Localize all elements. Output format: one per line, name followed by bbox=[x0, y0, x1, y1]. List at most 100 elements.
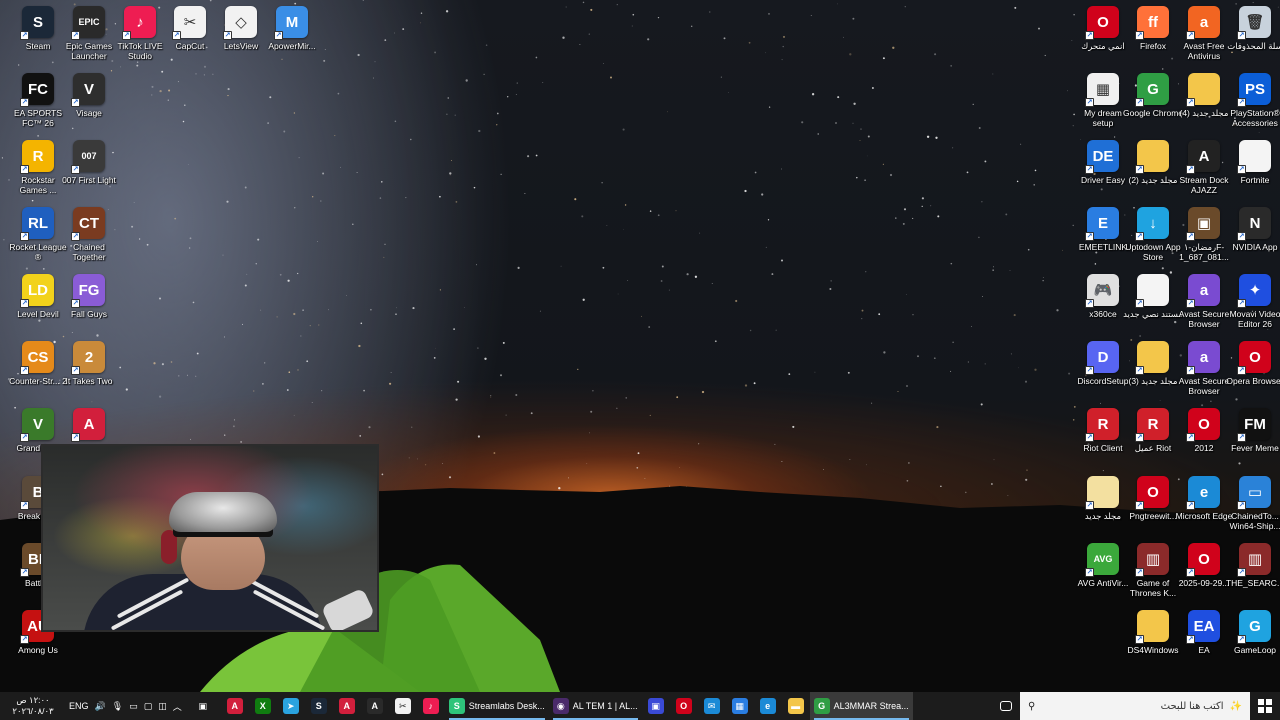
search-box[interactable]: ⚲ اكتب هنا للبحث ✨ bbox=[1020, 692, 1250, 720]
desktop-icon-chained-win64[interactable]: ▭ ↗ ChainedTo... Win64-Ship... bbox=[1229, 476, 1280, 542]
chrome-icon: G ↗ bbox=[1135, 73, 1169, 107]
desktop-icon-steam[interactable]: S ↗ Steam bbox=[12, 6, 64, 72]
desktop-icon-opera[interactable]: O ↗ Opera Browser bbox=[1226, 341, 1280, 407]
taskbar-app-app-blue[interactable]: ▣ bbox=[642, 692, 670, 720]
taskbar-app-stream-dock-task-2[interactable]: A bbox=[221, 692, 249, 720]
desktop-icon-avast-browser-2[interactable]: a ↗ Avast Secure Browser bbox=[1178, 341, 1230, 407]
desktop-icon-007[interactable]: 007 ↗ 007 First Light bbox=[62, 140, 116, 206]
tray-app-icon-2[interactable]: ◫ bbox=[155, 692, 170, 720]
webcam-overlay[interactable] bbox=[41, 444, 379, 632]
desktop-icon-firefox[interactable]: ff ↗ Firefox bbox=[1127, 6, 1179, 72]
desktop-icon-avg[interactable]: AVG ↗ AVG AntiVir... bbox=[1077, 543, 1129, 609]
desktop-icon-nvidia[interactable]: N ↗ NVIDIA App bbox=[1229, 207, 1280, 273]
desktop-icon-fall-guys[interactable]: FG ↗ Fall Guys bbox=[63, 274, 115, 340]
taskbar-app-chrome-task[interactable]: G AL3MMAR Strea... bbox=[809, 692, 913, 720]
desktop-icon-edge[interactable]: e ↗ Microsoft Edge bbox=[1176, 476, 1232, 542]
desktop-icon-recycle-bin[interactable]: 🗑 ↗ سلة المحذوفات bbox=[1227, 6, 1280, 72]
desktop-icon-fortnite[interactable]: ↗ Fortnite bbox=[1229, 140, 1280, 206]
desktop-icon-counter-strike[interactable]: CS ↗ Counter-Str... 2 bbox=[9, 341, 67, 407]
desktop-icon-2025[interactable]: O ↗ 2025-09-29... bbox=[1178, 543, 1230, 609]
taskbar-app-ajazz-task[interactable]: A bbox=[361, 692, 389, 720]
taskbar-app-opera-task[interactable]: O bbox=[670, 692, 698, 720]
desktop-icon-2012[interactable]: O ↗ 2012 bbox=[1178, 408, 1230, 474]
shortcut-arrow-icon: ↗ bbox=[274, 31, 283, 40]
desktop-icon-ea[interactable]: EA ↗ EA bbox=[1178, 610, 1230, 676]
volume-icon[interactable]: 🔊 bbox=[92, 692, 109, 720]
taskbar-app-obs-task[interactable]: ◉ AL TEM 1 | AL... bbox=[549, 692, 642, 720]
taskbar-app-explorer[interactable]: ▬ bbox=[782, 692, 810, 720]
taskbar-app-capcut-task[interactable]: ✂ bbox=[389, 692, 417, 720]
desktop-icon-avast-antivirus[interactable]: a ↗ Avast Free Antivirus bbox=[1178, 6, 1230, 72]
desktop-icon-capcut[interactable]: ✂ ↗ CapCut bbox=[164, 6, 216, 72]
desktop-icon-emeetlink[interactable]: E ↗ EMEETLINK bbox=[1077, 207, 1129, 273]
desktop-icon-discord[interactable]: D ↗ DiscordSetup bbox=[1077, 341, 1129, 407]
desktop-icon-avast-browser-1[interactable]: a ↗ Avast Secure Browser bbox=[1178, 274, 1230, 340]
desktop-icon-it-takes-two[interactable]: 2 ↗ It Takes Two bbox=[63, 341, 115, 407]
desktop-icon-folder-3[interactable]: ↗ (3) مجلد جديد bbox=[1127, 341, 1179, 407]
desktop-icon-folder-4[interactable]: ↗ (4) مجلد جديد bbox=[1178, 73, 1230, 139]
desktop-icon-the-search[interactable]: ▥ ↗ THE_SEARC... bbox=[1226, 543, 1280, 609]
desktop-icon-riot-client[interactable]: R ↗ Riot Client bbox=[1077, 408, 1129, 474]
task-view-icon[interactable] bbox=[992, 692, 1020, 720]
taskbar-app-steam-task[interactable]: S bbox=[305, 692, 333, 720]
shortcut-arrow-icon: ↗ bbox=[1186, 98, 1195, 107]
movavi-icon: ✦ ↗ bbox=[1237, 274, 1271, 308]
desktop-icon-level-devil[interactable]: LD ↗ Level Devil bbox=[12, 274, 64, 340]
taskbar-app-edge-task[interactable]: e bbox=[754, 692, 782, 720]
taskbar-app-telegram[interactable]: ➤ bbox=[277, 692, 305, 720]
desktop-icon-epic[interactable]: EPIC ↗ Epic Games Launcher bbox=[63, 6, 115, 72]
desktop-icon-visage[interactable]: V ↗ Visage bbox=[63, 73, 115, 139]
shortcut-arrow-icon: ↗ bbox=[1085, 31, 1094, 40]
desktop-icon-uptodown[interactable]: ↓ ↗ Uptodown App Store bbox=[1125, 207, 1181, 273]
desktop-icon-riot-client-ar[interactable]: R ↗ عميل Riot bbox=[1127, 408, 1179, 474]
desktop-icon-ps-accessories[interactable]: PS ↗ PlayStation® Accessories bbox=[1229, 73, 1280, 139]
taskbar-app-stream-dock-task[interactable]: A bbox=[333, 692, 361, 720]
microphone-icon[interactable]: 🎙 bbox=[109, 692, 126, 720]
desktop-icon-gameloop[interactable]: G ↗ GameLoop bbox=[1229, 610, 1280, 676]
desktop-icon-stream-dock[interactable]: A ↗ Stream Dock AJAZZ bbox=[1178, 140, 1230, 206]
desktop-icon-my-dream[interactable]: ▦ ↗ My dream setup bbox=[1077, 73, 1129, 139]
desktop-icon-fever-meme[interactable]: FM ↗ Fever Meme bbox=[1229, 408, 1280, 474]
desktop-icon-ramadan[interactable]: ▣ ↗ رمضان-١F-1_687_081... bbox=[1178, 207, 1230, 273]
desktop-icon-apowermirror[interactable]: M ↗ ApowerMir... bbox=[266, 6, 318, 72]
tray-language[interactable]: ENG bbox=[66, 692, 92, 720]
desktop-icon-folder-new[interactable]: ↗ مجلد جديد bbox=[1077, 476, 1129, 542]
taskbar-app-store[interactable]: ▦ bbox=[726, 692, 754, 720]
windows-start-icon[interactable] bbox=[1250, 692, 1280, 720]
desktop-icon-rocket-league[interactable]: RL ↗ Rocket League ® bbox=[9, 207, 67, 273]
keyboard-icon[interactable]: ▣ bbox=[185, 692, 221, 720]
desktop-icon-chained[interactable]: CT ↗ Chained Together bbox=[63, 207, 115, 273]
desktop-icon-rockstar[interactable]: R ↗ Rockstar Games ... bbox=[12, 140, 64, 206]
shortcut-arrow-icon: ↗ bbox=[71, 232, 80, 241]
taskbar-app-mail[interactable]: ✉ bbox=[698, 692, 726, 720]
desktop-icon-letsview[interactable]: ◇ ↗ LetsView bbox=[215, 6, 267, 72]
show-hidden-icons-chevron-icon[interactable]: ︿ bbox=[170, 692, 185, 720]
desktop-icon-driver-easy[interactable]: DE ↗ Driver Easy bbox=[1077, 140, 1129, 206]
desktop-icon-label: GameLoop bbox=[1233, 645, 1277, 655]
tray-clock[interactable]: ١٢:٠٠ ص ٢٠٢٦/٠٨/٠٣ bbox=[0, 692, 66, 720]
desktop-icon-chrome[interactable]: G ↗ Google Chrome bbox=[1123, 73, 1183, 139]
taskbar-app-streamlabs[interactable]: S Streamlabs Desk... bbox=[445, 692, 549, 720]
desktop-icon-x360ce[interactable]: 🎮 ↗ x360ce bbox=[1077, 274, 1129, 340]
desktop-icon-label: It Takes Two bbox=[65, 376, 113, 386]
desktop-icon-got[interactable]: ▥ ↗ Game of Thrones K... bbox=[1127, 543, 1179, 609]
shortcut-arrow-icon: ↗ bbox=[71, 165, 80, 174]
tray-app-icon[interactable]: ▢ bbox=[141, 692, 156, 720]
desktop-icon-anime[interactable]: O ↗ انمي متحرك bbox=[1077, 6, 1129, 72]
taskbar-app-xbox[interactable]: X bbox=[249, 692, 277, 720]
folder-new-icon: ↗ bbox=[1085, 476, 1119, 510]
desktop-icon-ea-fc[interactable]: FC ↗ EA SPORTS FC™ 26 bbox=[12, 73, 64, 139]
desktop-icon-folder-2[interactable]: ↗ (2) مجلد جديد bbox=[1127, 140, 1179, 206]
desktop-icon-new-doc[interactable]: ↗ مستند نصي جديد bbox=[1123, 274, 1183, 340]
network-icon[interactable]: ▭ bbox=[126, 692, 141, 720]
desktop-icon-label: PlayStation® Accessories bbox=[1230, 108, 1280, 128]
desktop-icon-tiktok-live[interactable]: ♪ ↗ TikTok LIVE Studio bbox=[114, 6, 166, 72]
taskbar-app-tiktok-task[interactable]: ♪ bbox=[417, 692, 445, 720]
desktop-icon-label: سلة المحذوفات bbox=[1227, 41, 1280, 51]
desktop-icon-movavi[interactable]: ✦ ↗ Movavi Video Editor 26 bbox=[1229, 274, 1280, 340]
desktop-icon-ds4windows[interactable]: ↗ DS4Windows bbox=[1127, 610, 1179, 676]
desktop-icon-pngtree[interactable]: O ↗ Pngtreewit... bbox=[1127, 476, 1179, 542]
shortcut-arrow-icon: ↗ bbox=[1186, 433, 1195, 442]
folder-3-icon: ↗ bbox=[1135, 341, 1169, 375]
person-hair bbox=[169, 492, 277, 532]
